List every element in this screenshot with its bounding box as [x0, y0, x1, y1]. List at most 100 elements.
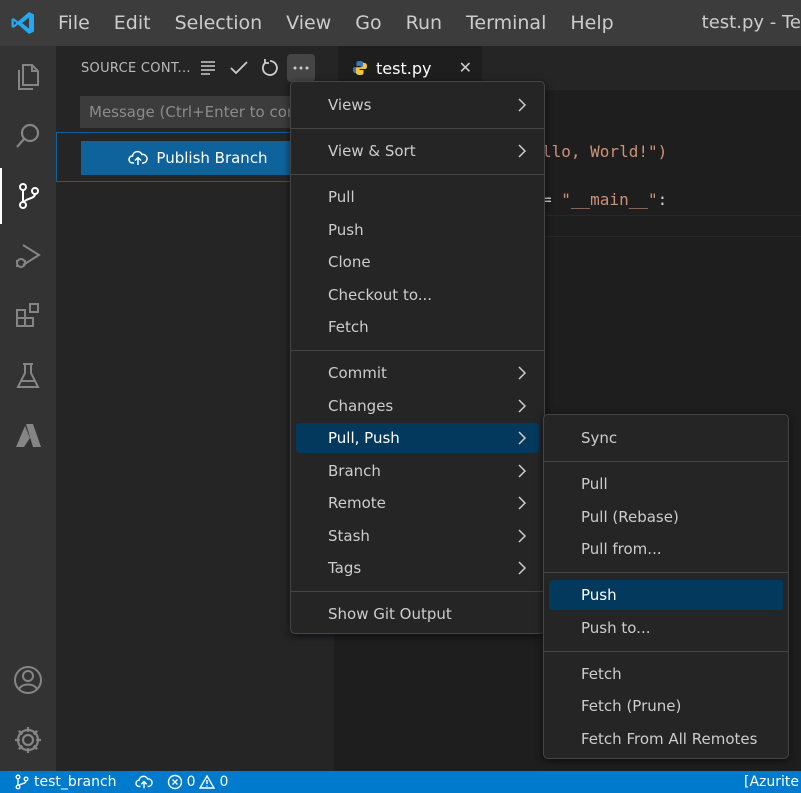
menu-item-pull-rebase[interactable]: Pull (Rebase) — [549, 502, 783, 532]
menu-item-sync[interactable]: Sync — [549, 423, 783, 453]
code-token: : — [657, 190, 668, 209]
menu-separator — [544, 572, 788, 574]
activity-bar — [0, 46, 56, 771]
menu-item-commit[interactable]: Commit — [296, 358, 539, 388]
branch-name: test_branch — [34, 774, 117, 790]
azure-button[interactable] — [0, 408, 56, 464]
menu-item-fetch-from-all-remotes[interactable]: Fetch From All Remotes — [549, 724, 783, 754]
warning-icon — [199, 774, 216, 789]
git-branch-icon — [15, 774, 29, 790]
code-token-string: "__main__" — [561, 190, 658, 209]
chevron-right-icon — [518, 496, 527, 510]
run-debug-button[interactable] — [0, 228, 56, 284]
menu-view[interactable]: View — [274, 0, 343, 46]
submenu-chevron — [517, 391, 527, 421]
pull-push-submenu: Sync Pull Pull (Rebase) Pull from... Push Pus… — [543, 414, 789, 759]
close-icon[interactable]: ✕ — [459, 58, 472, 77]
submenu-chevron — [517, 90, 527, 120]
menu-item-pull-from[interactable]: Pull from... — [549, 534, 783, 564]
chevron-right-icon — [518, 144, 527, 158]
menu-run[interactable]: Run — [394, 0, 454, 46]
menu-item-push[interactable]: Push — [549, 580, 783, 610]
menu-item-show-git-output[interactable]: Show Git Output — [296, 599, 539, 629]
menu-item-label: Fetch (Prune) — [581, 697, 682, 715]
menu-item-label: Changes — [328, 396, 394, 415]
submenu-chevron — [517, 521, 527, 551]
menu-item-clone[interactable]: Clone — [296, 247, 539, 277]
list-icon — [201, 61, 215, 75]
publish-status[interactable] — [134, 774, 153, 790]
cloud-upload-icon — [134, 775, 153, 789]
source-control-icon — [19, 183, 39, 209]
menu-item-fetch[interactable]: Fetch — [296, 312, 539, 342]
menu-item-label: Checkout to... — [328, 285, 433, 304]
menu-item-label: Pull — [328, 188, 355, 206]
menu-item-branch[interactable]: Branch — [296, 456, 539, 486]
account-button[interactable] — [0, 652, 56, 708]
menu-item-changes[interactable]: Changes — [296, 391, 539, 421]
menu-selection[interactable]: Selection — [163, 0, 275, 46]
menu-item-views[interactable]: Views — [296, 90, 539, 120]
publish-branch-button[interactable]: Publish Branch — [81, 141, 315, 175]
more-actions-button[interactable] — [287, 54, 315, 82]
vscode-logo-icon — [0, 0, 46, 46]
explorer-button[interactable] — [0, 48, 56, 104]
menu-item-tags[interactable]: Tags — [296, 553, 539, 583]
code-line-2: = "__main__": — [542, 190, 667, 209]
menu-item-push[interactable]: Push — [296, 215, 539, 245]
menu-edit[interactable]: Edit — [102, 0, 163, 46]
submenu-chevron — [517, 358, 527, 388]
menu-separator — [291, 591, 544, 593]
menu-item-fetch-prune[interactable]: Fetch (Prune) — [549, 691, 783, 721]
menu-item-stash[interactable]: Stash — [296, 521, 539, 551]
menu-item-view-sort[interactable]: View & Sort — [296, 136, 539, 166]
menu-item-label: Fetch — [581, 664, 622, 683]
search-icon — [16, 123, 40, 148]
submenu-chevron — [517, 488, 527, 518]
menu-item-pull-push[interactable]: Pull, Push — [296, 423, 539, 453]
submenu-chevron — [517, 456, 527, 486]
check-icon — [230, 61, 248, 75]
run-debug-icon — [16, 244, 41, 268]
view-as-list-button[interactable] — [194, 54, 222, 82]
menu-help[interactable]: Help — [558, 0, 625, 46]
menu-item-pull[interactable]: Pull — [549, 469, 783, 499]
menu-item-fetch[interactable]: Fetch — [549, 659, 783, 689]
menu-item-label: Fetch From All Remotes — [581, 729, 758, 748]
source-control-button[interactable] — [0, 168, 56, 224]
menu-item-pull[interactable]: Pull — [296, 182, 539, 212]
commit-message-input[interactable]: Message (Ctrl+Enter to com — [80, 96, 320, 128]
publish-branch-label: Publish Branch — [156, 149, 268, 167]
problems-status[interactable]: 0 0 — [167, 774, 229, 790]
branch-status[interactable]: test_branch — [14, 774, 117, 790]
chevron-right-icon — [518, 366, 527, 380]
menu-separator — [544, 650, 788, 652]
menu-item-label: Remote — [328, 494, 386, 512]
azurite-status[interactable]: [Azurite — [744, 774, 799, 790]
menu-item-remote[interactable]: Remote — [296, 488, 539, 518]
settings-button[interactable] — [0, 712, 56, 768]
search-button[interactable] — [0, 108, 56, 164]
warning-count: 0 — [219, 774, 229, 790]
refresh-icon — [262, 59, 278, 76]
menu-go[interactable]: Go — [343, 0, 393, 46]
testing-button[interactable] — [0, 348, 56, 404]
menu-item-checkout-to[interactable]: Checkout to... — [296, 280, 539, 310]
menu-file[interactable]: File — [46, 0, 102, 46]
sidebar-title: SOURCE CONT... — [81, 60, 191, 76]
azure-icon — [16, 424, 41, 447]
python-file-icon — [353, 61, 367, 75]
refresh-button[interactable] — [256, 54, 284, 82]
menu-item-label: View & Sort — [328, 142, 416, 160]
chevron-right-icon — [518, 98, 527, 112]
extensions-button[interactable] — [0, 288, 56, 344]
menu-item-label: Tags — [328, 559, 362, 577]
commit-button[interactable] — [225, 54, 253, 82]
submenu-chevron — [517, 136, 527, 166]
settings-gear-icon — [15, 727, 41, 753]
menu-item-push-to[interactable]: Push to... — [549, 613, 783, 643]
submenu-chevron — [517, 423, 527, 453]
more-actions-menu: Views View & Sort Pull Push Clone Checkout to… — [290, 81, 545, 634]
title-bar: File Edit Selection View Go Run Terminal Help t… — [0, 0, 801, 46]
menu-terminal[interactable]: Terminal — [454, 0, 558, 46]
